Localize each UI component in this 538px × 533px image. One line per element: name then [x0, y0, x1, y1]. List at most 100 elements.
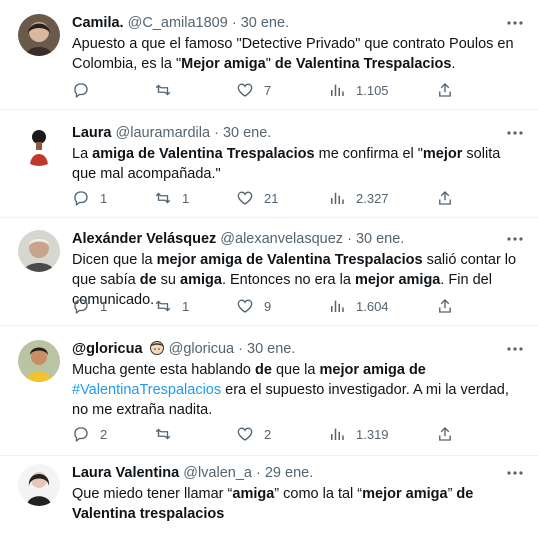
tweet-header: Laura Valentina @lvalen_a · 29 ene. — [72, 464, 313, 482]
views-button[interactable]: 2.327 — [328, 188, 389, 208]
highlighted-text: amiga de Valentina Trespalacios — [92, 146, 315, 162]
separator-dot: · — [255, 465, 261, 481]
heart-icon — [237, 427, 253, 441]
text-segment: " — [265, 56, 275, 72]
author-name[interactable]: Laura — [72, 125, 112, 141]
more-options-icon[interactable] — [506, 14, 524, 32]
text-segment: su — [156, 272, 181, 288]
heart-icon — [237, 83, 253, 97]
avatar[interactable] — [18, 230, 60, 272]
tweet-date[interactable]: 30 ene. — [223, 125, 271, 141]
more-options-icon[interactable] — [506, 230, 524, 248]
like-count: 9 — [264, 298, 272, 314]
text-segment: Dicen que la — [72, 252, 157, 268]
highlighted-text: mejor amiga de — [319, 362, 426, 378]
views-button[interactable]: 1.319 — [328, 424, 389, 444]
avatar[interactable] — [18, 464, 60, 506]
reply-button[interactable]: 1 — [72, 296, 107, 316]
reply-icon — [74, 427, 88, 443]
retweet-icon — [155, 192, 171, 204]
like-button[interactable]: 2 — [236, 424, 271, 444]
share-icon — [439, 83, 451, 97]
share-button[interactable] — [436, 188, 454, 208]
like-count: 2 — [264, 426, 272, 442]
retweet-button[interactable]: 1 — [154, 188, 189, 208]
retweet-button[interactable] — [154, 80, 182, 100]
author-handle[interactable]: @gloricua — [169, 341, 235, 357]
highlighted-text: Mejor amiga — [181, 56, 266, 72]
tweet-header: Camila. @C_amila1809 · 30 ene. — [72, 14, 289, 32]
text-segment: . — [451, 56, 456, 72]
highlighted-text: amiga — [180, 272, 222, 288]
tweet-header: @gloricua @gloricua · 30 ene. — [72, 340, 295, 358]
tweet-date[interactable]: 29 ene. — [265, 465, 313, 481]
views-button[interactable]: 1.604 — [328, 296, 389, 316]
author-handle[interactable]: @alexanvelasquez — [220, 231, 343, 247]
reply-button[interactable] — [72, 80, 100, 100]
text-segment: Mucha gente esta hablando — [72, 362, 255, 378]
views-button[interactable]: 1.105 — [328, 80, 389, 100]
highlighted-text: mejor amiga — [354, 272, 441, 288]
share-icon — [439, 191, 451, 205]
author-name[interactable]: Alexánder Velásquez — [72, 231, 216, 247]
more-options-icon[interactable] — [506, 340, 524, 358]
more-options-icon[interactable] — [506, 124, 524, 142]
tweet-actions: 7 1.105 — [72, 80, 532, 100]
hashtag-link[interactable]: #ValentinaTrespalacios — [72, 382, 221, 398]
like-button[interactable]: 9 — [236, 296, 271, 316]
tweet-actions: 2 2 1.319 — [72, 424, 532, 444]
separator-dot: · — [214, 125, 219, 141]
retweet-button[interactable]: 1 — [154, 296, 189, 316]
view-count: 1.319 — [356, 426, 389, 442]
girl-emoji-icon — [149, 341, 164, 355]
share-button[interactable] — [436, 80, 454, 100]
tweet[interactable]: @gloricua @gloricua · 30 ene. Mucha gent… — [0, 326, 538, 456]
reply-icon — [74, 299, 88, 315]
retweet-button[interactable] — [154, 424, 182, 444]
reply-button[interactable]: 2 — [72, 424, 107, 444]
text-segment: que la — [271, 362, 320, 378]
avatar[interactable] — [18, 14, 60, 56]
share-button[interactable] — [436, 296, 454, 316]
share-button[interactable] — [436, 424, 454, 444]
reply-count: 2 — [100, 426, 108, 442]
tweet-date[interactable]: 30 ene. — [241, 15, 289, 31]
author-handle[interactable]: @lvalen_a — [183, 465, 252, 481]
views-chart-icon — [331, 428, 344, 440]
highlighted-text: mejor amiga — [362, 486, 448, 502]
tweet[interactable]: Camila. @C_amila1809 · 30 ene. Apuesto a… — [0, 0, 538, 110]
highlighted-text: de — [255, 362, 272, 378]
author-name[interactable]: @gloricua — [72, 341, 143, 357]
text-segment: . Entonces no era la — [221, 272, 355, 288]
reply-button[interactable]: 1 — [72, 188, 107, 208]
tweet[interactable]: Alexánder Velásquez @alexanvelasquez · 3… — [0, 218, 538, 326]
reply-icon — [74, 191, 88, 207]
tweet-date[interactable]: 30 ene. — [356, 231, 404, 247]
author-handle[interactable]: @lauramardila — [116, 125, 211, 141]
author-handle[interactable]: @C_amila1809 — [128, 15, 228, 31]
view-count: 2.327 — [356, 190, 389, 206]
author-name[interactable]: Laura Valentina — [72, 465, 179, 481]
heart-icon — [237, 191, 253, 205]
separator-dot: · — [238, 341, 243, 357]
highlighted-text: mejor amiga de Valentina Trespalacios — [156, 252, 423, 268]
like-count: 7 — [264, 82, 272, 98]
share-icon — [439, 427, 451, 441]
avatar[interactable] — [18, 124, 60, 166]
more-options-icon[interactable] — [506, 464, 524, 482]
like-button[interactable]: 7 — [236, 80, 271, 100]
tweet-text: Apuesto a que el famoso "Detective Priva… — [72, 34, 524, 74]
heart-icon — [237, 299, 253, 313]
tweet[interactable]: Laura Valentina @lvalen_a · 29 ene. Que … — [0, 456, 538, 533]
retweet-icon — [155, 428, 171, 440]
like-button[interactable]: 21 — [236, 188, 278, 208]
highlighted-text: de — [139, 272, 157, 288]
text-segment: me confirma el " — [314, 146, 423, 162]
retweet-count: 1 — [182, 190, 190, 206]
tweet[interactable]: Laura @lauramardila · 30 ene. La amiga d… — [0, 110, 538, 218]
tweet-date[interactable]: 30 ene. — [247, 341, 295, 357]
text-segment: ” como la tal “ — [274, 486, 363, 502]
avatar[interactable] — [18, 340, 60, 382]
tweet-text: La amiga de Valentina Trespalacios me co… — [72, 144, 524, 184]
author-name[interactable]: Camila. — [72, 15, 124, 31]
